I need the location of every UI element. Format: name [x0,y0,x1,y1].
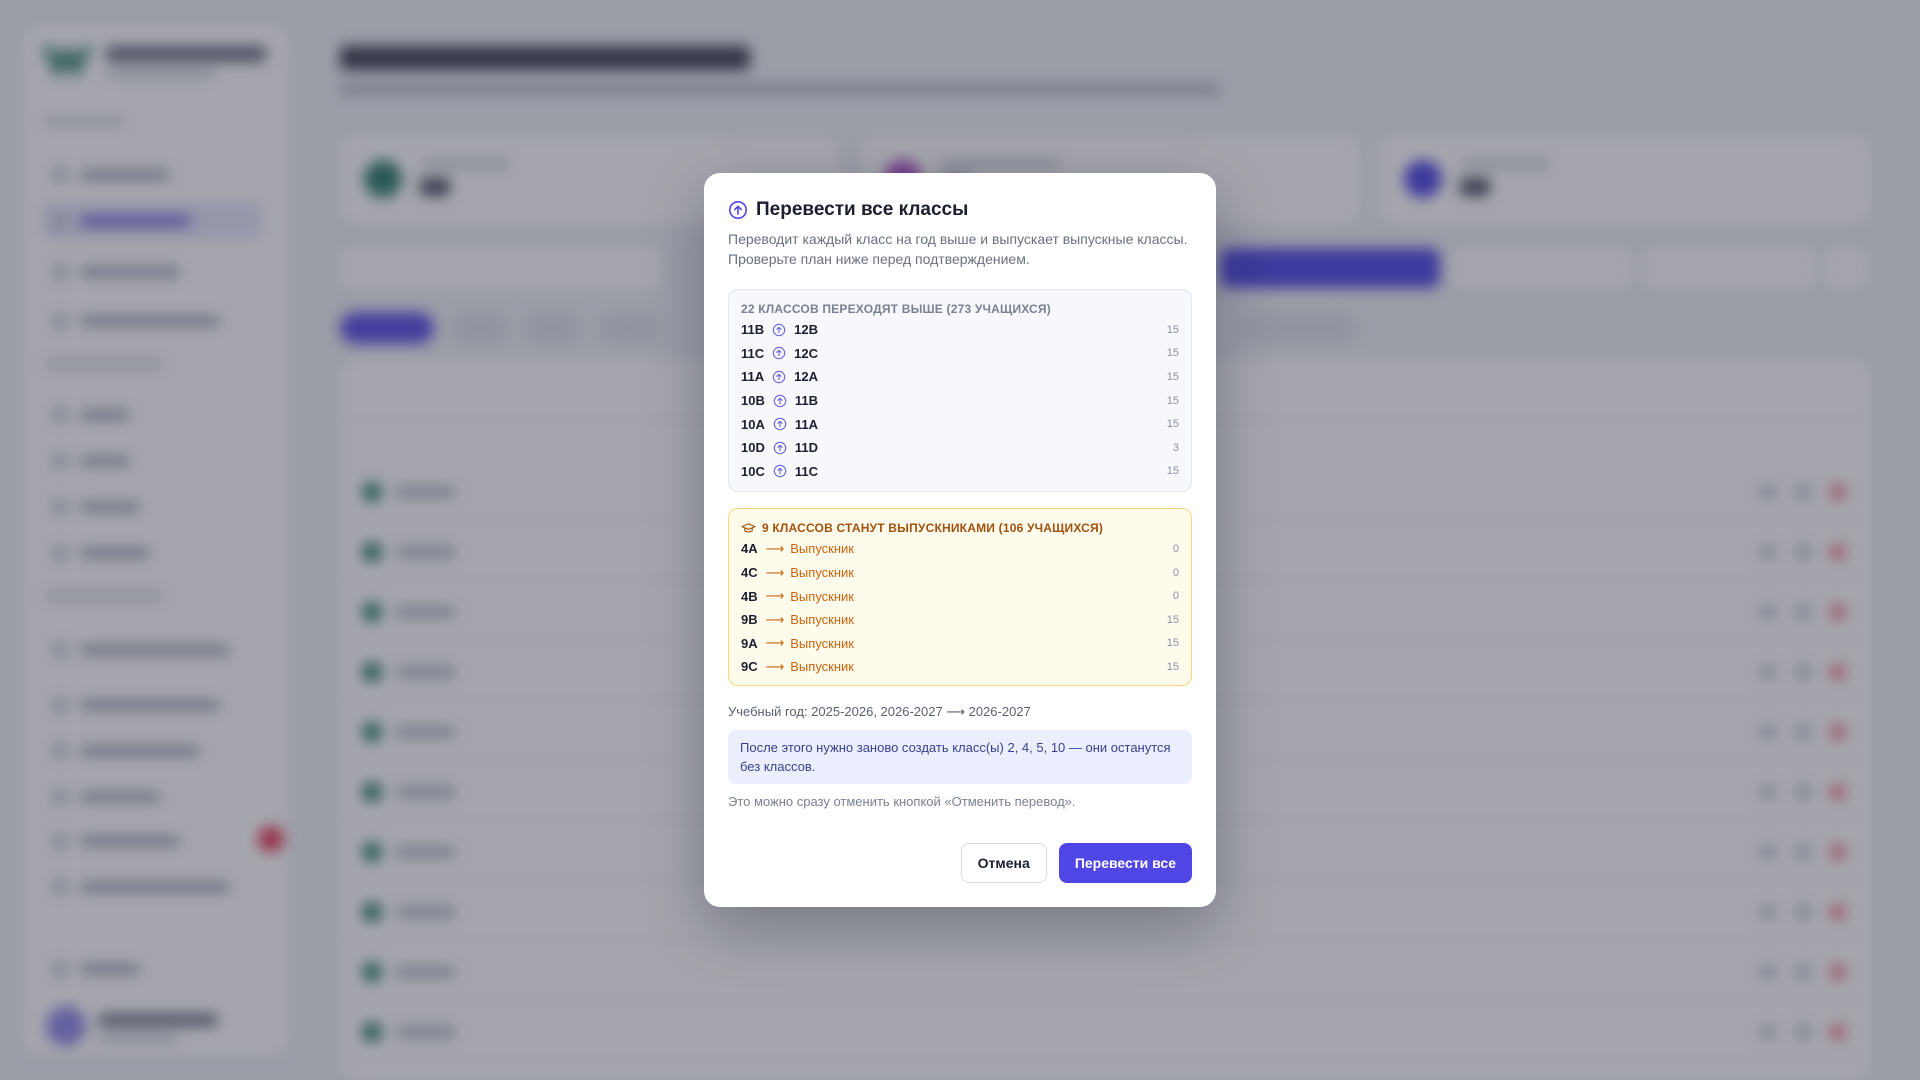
promote-all-button[interactable]: Перевести все [1058,843,1192,883]
long-arrow-right-icon: ⟶ [765,588,785,604]
student-count: 15 [1166,465,1179,478]
graduate-label: Выпускник [790,565,854,581]
to-class: 11B [794,393,818,409]
academic-year: Учебный год: 2025-2026, 2026-2027 ⟶ 2026… [728,704,1031,720]
arrow-up-circle-icon [772,347,786,360]
student-count: 15 [1166,637,1179,650]
from-class: 10C [741,463,765,479]
list-item: 9B ⟶ Выпускник 15 [741,608,1179,632]
to-class: 12B [794,322,818,338]
list-item: 10D 11D 3 [741,436,1179,460]
arrow-up-circle-icon [773,417,787,431]
graduate-label: Выпускник [790,635,854,651]
arrow-up-circle-icon [773,394,787,407]
from-class: 9B [741,612,758,628]
long-arrow-right-icon: ⟶ [765,540,785,556]
promotion-list: 11B 12B 15 11C 12C 15 11A 12A 15 10B 11B [741,318,1179,483]
student-count: 15 [1166,323,1179,336]
student-count: 0 [1172,590,1179,603]
list-item: 11A 12A 15 [741,365,1179,389]
student-count: 15 [1166,347,1179,360]
student-count: 3 [1172,441,1179,454]
student-count: 15 [1166,418,1179,431]
to-class: 11C [794,463,818,479]
to-class: 12C [794,345,818,361]
cancel-button[interactable]: Отмена [960,843,1047,883]
student-count: 15 [1166,370,1179,383]
to-class: 11D [794,440,818,456]
to-class: 12A [794,369,818,385]
dialog-description: Переводит каждый класс на год выше и вып… [728,231,1188,267]
list-item: 10C 11C 15 [741,460,1179,484]
to-class: 11A [794,416,818,432]
arrow-up-circle-icon [773,465,787,478]
long-arrow-right-icon: ⟶ [765,658,785,674]
arrow-up-circle-icon [772,323,786,337]
list-item: 11C 12C 15 [741,342,1179,366]
promotion-plan: 22 КЛАССОВ ПЕРЕХОДЯТ ВЫШЕ (273 УЧАЩИХСЯ)… [728,289,1192,493]
from-class: 4B [741,588,758,604]
list-item: 4C ⟶ Выпускник 0 [741,561,1179,585]
from-class: 10B [741,393,765,409]
student-count: 0 [1172,566,1179,579]
long-arrow-right-icon: ⟶ [765,564,785,580]
dialog-actions: Отмена Перевести все [960,843,1192,883]
from-class: 10D [741,440,765,456]
graduate-label: Выпускник [790,659,854,675]
info-note: После этого нужно заново создать класс(ы… [728,730,1192,785]
graduate-label: Выпускник [790,588,854,604]
from-class: 9C [741,659,758,675]
from-class: 9A [741,635,758,651]
student-count: 15 [1166,394,1179,407]
graduation-plan[interactable]: 9 КЛАССОВ СТАНУТ ВЫПУСКНИКАМИ (106 УЧАЩИ… [728,508,1192,687]
from-class: 4A [741,541,758,557]
from-class: 10A [741,416,765,432]
list-item: 10B 11B 15 [741,389,1179,413]
undo-note: Это можно сразу отменить кнопкой «Отмени… [728,794,1076,810]
from-class: 11C [741,345,765,361]
graduation-list: 4A ⟶ Выпускник 0 4C ⟶ Выпускник 0 4B ⟶ В… [741,537,1179,679]
arrow-up-circle-icon [772,370,786,384]
promote-all-dialog: Перевести все классы Переводит каждый кл… [704,173,1216,907]
graduation-cap-icon [741,522,756,533]
from-class: 4C [741,565,758,581]
long-arrow-right-icon: ⟶ [765,611,785,627]
student-count: 15 [1166,660,1179,673]
from-class: 11B [741,322,765,338]
dialog-title: Перевести все классы [756,199,969,220]
promotion-heading: 22 КЛАССОВ ПЕРЕХОДЯТ ВЫШЕ (273 УЧАЩИХСЯ) [741,302,1051,316]
long-arrow-right-icon: ⟶ [765,635,785,651]
graduate-label: Выпускник [790,541,854,557]
dialog-header: Перевести все классы [728,197,1192,223]
graduate-label: Выпускник [790,612,854,628]
list-item: 11B 12B 15 [741,318,1179,342]
list-item: 9A ⟶ Выпускник 15 [741,632,1179,656]
graduation-heading: 9 КЛАССОВ СТАНУТ ВЫПУСКНИКАМИ (106 УЧАЩИ… [762,521,1104,536]
list-item: 4A ⟶ Выпускник 0 [741,537,1179,561]
arrow-up-circle-icon [773,441,787,455]
list-item: 9C ⟶ Выпускник 15 [741,655,1179,679]
student-count: 15 [1166,613,1179,626]
from-class: 11A [741,369,765,385]
list-item: 4B ⟶ Выпускник 0 [741,584,1179,608]
arrow-up-circle-icon [729,201,747,219]
list-item: 10A 11A 15 [741,412,1179,436]
student-count: 0 [1172,542,1179,555]
